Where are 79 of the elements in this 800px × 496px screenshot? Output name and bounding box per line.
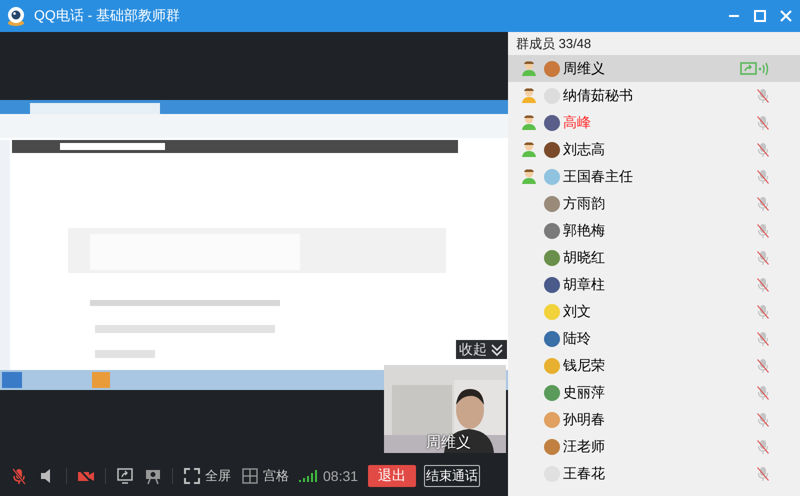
member-name: 王春花 — [563, 464, 606, 482]
member-row[interactable]: 王国春主任 — [508, 163, 800, 190]
muted-mic-icon — [757, 224, 769, 238]
muted-mic-icon — [757, 332, 769, 346]
muted-mic-icon — [757, 440, 769, 454]
member-name: 孙明春 — [563, 410, 606, 428]
member-name: 纳倩茹秘书 — [563, 86, 634, 104]
grid-button[interactable]: 宫格 — [241, 466, 289, 484]
sharing-sound-icon — [740, 60, 770, 76]
fullscreen-icon — [183, 466, 201, 484]
member-name: 周维义 — [563, 60, 606, 78]
muted-mic-icon — [757, 466, 769, 482]
close-button[interactable] — [778, 8, 794, 24]
member-name: 汪老师 — [563, 438, 606, 456]
member-row[interactable]: 刘文 — [508, 298, 800, 325]
avatar — [544, 304, 560, 320]
fullscreen-button[interactable]: 全屏 — [183, 466, 231, 484]
muted-mic-icon — [757, 88, 769, 104]
member-row[interactable]: 钱尼荣 — [508, 352, 800, 379]
member-row[interactable]: 纳倩茹秘书 — [508, 82, 800, 109]
member-row[interactable]: 胡章柱 — [508, 271, 800, 298]
close-icon — [780, 10, 792, 22]
avatar — [544, 222, 560, 238]
member-name: 史丽萍 — [563, 384, 606, 402]
maximize-icon — [754, 10, 766, 22]
maximize-button[interactable] — [752, 8, 768, 24]
member-row[interactable]: 汪老师 — [508, 433, 800, 460]
avatar — [544, 412, 560, 428]
avatar — [544, 168, 560, 184]
minimize-icon — [729, 15, 739, 17]
member-row[interactable]: 郭艳梅 — [508, 217, 800, 244]
muted-mic-icon — [757, 304, 769, 320]
muted-mic-icon — [757, 116, 769, 130]
muted-mic-icon — [757, 412, 769, 428]
avatar — [544, 330, 560, 346]
muted-mic-icon — [757, 142, 769, 158]
member-name: 刘志高 — [563, 140, 606, 158]
call-duration: 08:31 — [323, 468, 358, 484]
grid-icon — [241, 466, 259, 484]
member-row[interactable]: 刘志高 — [508, 136, 800, 163]
avatar — [544, 438, 560, 454]
microphone-button[interactable] — [10, 466, 28, 484]
screen-share-button[interactable] — [116, 466, 134, 484]
avatar — [544, 60, 560, 76]
window-title: QQ电话 - 基础部教师群 — [34, 7, 182, 25]
member-row[interactable]: 周维义 — [508, 55, 800, 82]
avatar — [544, 384, 560, 400]
avatar — [544, 250, 560, 266]
member-name: 钱尼荣 — [563, 356, 606, 374]
member-name: 刘文 — [563, 302, 592, 320]
avatar — [544, 276, 560, 292]
avatar — [544, 358, 560, 374]
muted-mic-icon — [757, 196, 769, 212]
member-name: 王国春主任 — [563, 168, 634, 186]
member-count: 群成员 33/48 — [515, 34, 592, 52]
member-name: 方雨韵 — [563, 194, 606, 212]
member-row[interactable]: 方雨韵 — [508, 190, 800, 217]
member-row[interactable]: 胡晓红 — [508, 244, 800, 271]
member-name: 郭艳梅 — [563, 222, 606, 240]
avatar — [544, 196, 560, 212]
member-name: 陆玲 — [563, 330, 592, 348]
muted-mic-icon — [757, 278, 769, 292]
member-row[interactable]: 王春花 — [508, 460, 800, 487]
exit-button[interactable]: 退出 — [368, 464, 416, 486]
member-name: 胡晓红 — [563, 248, 606, 266]
member-row[interactable]: 孙明春 — [508, 406, 800, 433]
member-row[interactable]: 史丽萍 — [508, 379, 800, 406]
muted-mic-icon — [757, 358, 769, 374]
muted-mic-icon — [757, 170, 769, 184]
muted-mic-icon — [757, 386, 769, 400]
avatar — [544, 114, 560, 130]
webcam-logo-icon — [6, 5, 26, 27]
member-row[interactable]: 陆玲 — [508, 325, 800, 352]
member-name: 高峰 — [563, 114, 592, 132]
avatar — [544, 142, 560, 158]
muted-mic-icon — [757, 250, 769, 266]
signal-icon — [299, 470, 317, 482]
member-name: 胡章柱 — [563, 276, 606, 294]
end-call-button[interactable]: 结束通话 — [424, 464, 480, 486]
